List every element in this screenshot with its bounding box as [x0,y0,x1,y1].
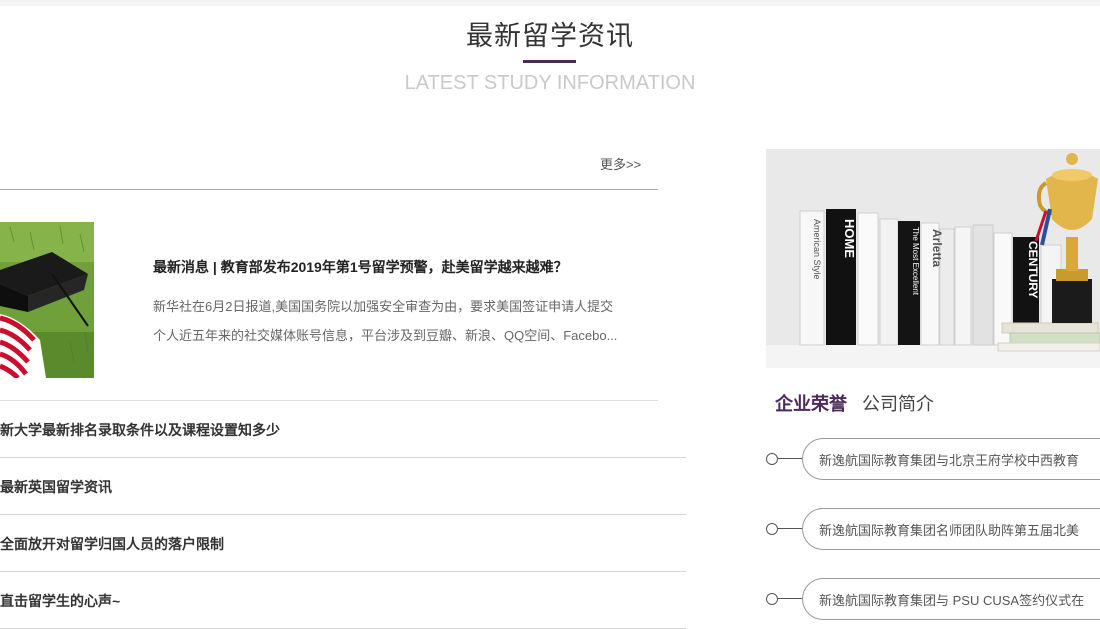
news-header-divider [0,189,658,190]
honor-item-text: 新逸航国际教育集团名师团队助阵第五届北美 [819,523,1080,538]
section-subtitle: LATEST STUDY INFORMATION [404,72,696,94]
honor-item-text: 新逸航国际教育集团与北京王府学校中西教育 [819,453,1080,468]
svg-text:The Most Excellent: The Most Excellent [911,227,920,296]
top-bar [0,0,1100,6]
news-list-item[interactable]: 直击留学生的心声~ [0,572,686,629]
more-link[interactable]: 更多>> [600,154,641,173]
tab-company-profile[interactable]: 公司简介 [862,390,934,416]
timeline-connector [778,528,802,529]
honor-list-item[interactable]: 新逸航国际教育集团与北京王府学校中西教育 [766,438,1100,480]
news-list-item[interactable]: 全面放开对留学归国人员的落户限制 [0,515,686,572]
featured-news-title[interactable]: 最新消息 | 教育部发布2019年第1号留学预警，赴美留学越来越难？ [153,257,568,277]
featured-desc-line-1: 新华社在6月2日报道,美国国务院以加强安全审查为由，要求美国签证申请人提交 [153,299,614,314]
honor-item-text: 新逸航国际教育集团与 PSU CUSA签约仪式在 [819,593,1085,608]
timeline-connector [778,598,802,599]
featured-news-description: 新华社在6月2日报道,美国国务院以加强安全审查为由，要求美国签证申请人提交 个人… [153,292,655,350]
svg-text:American Style: American Style [812,219,822,280]
featured-news-image[interactable] [0,222,94,378]
company-banner-image: American Style HOME The Most Excellent A… [766,149,1100,368]
title-underline [523,60,576,63]
timeline-dot-icon [766,593,778,605]
timeline-dot-icon [766,523,778,535]
news-item-title: 最新英国留学资讯 [0,479,112,495]
news-list-item[interactable]: 新大学最新排名录取条件以及课程设置知多少 [0,401,686,458]
graduation-cap-photo [0,222,94,378]
books-trophy-photo: American Style HOME The Most Excellent A… [766,149,1100,368]
featured-desc-line-2: 个人近五年来的社交媒体账号信息，平台涉及到豆瓣、新浪、QQ空间、Facebo..… [153,328,618,343]
svg-text:HOME: HOME [842,219,857,258]
tab-company-honors[interactable]: 企业荣誉 [775,390,847,416]
svg-text:Arletta: Arletta [930,229,944,267]
news-item-title: 全面放开对留学归国人员的落户限制 [0,536,224,552]
section-title: 最新留学资讯 [466,21,634,51]
honor-list-item[interactable]: 新逸航国际教育集团与 PSU CUSA签约仪式在 [766,578,1100,620]
news-item-title: 新大学最新排名录取条件以及课程设置知多少 [0,422,280,438]
timeline-dot-icon [766,453,778,465]
svg-text:CENTURY: CENTURY [1026,241,1040,299]
timeline-connector [778,458,802,459]
news-list-item[interactable]: 最新英国留学资讯 [0,458,686,515]
news-item-title: 直击留学生的心声~ [0,593,121,609]
honor-list-item[interactable]: 新逸航国际教育集团名师团队助阵第五届北美 [766,508,1100,550]
